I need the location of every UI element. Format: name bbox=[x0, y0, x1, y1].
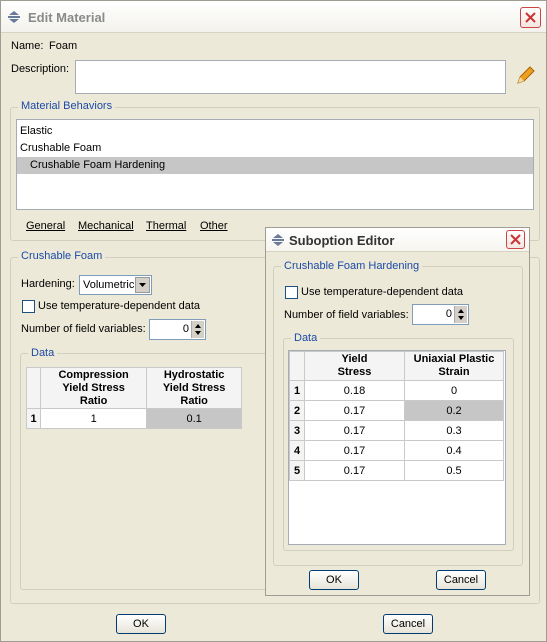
row-number: 5 bbox=[289, 460, 305, 481]
menu-mechanical-label: Mechanical bbox=[78, 220, 134, 232]
sub-close-button[interactable] bbox=[506, 230, 525, 249]
column-header: Yield Stress bbox=[304, 351, 405, 381]
table-row[interactable]: 1 0.18 0 bbox=[289, 380, 504, 401]
table-row[interactable]: 5 0.17 0.5 bbox=[289, 460, 504, 481]
hardening-value: Volumetric bbox=[83, 279, 135, 291]
cancel-button[interactable]: Cancel bbox=[383, 614, 433, 634]
behavior-crushable-foam[interactable]: Crushable Foam bbox=[17, 140, 533, 157]
menu-other-label: Other bbox=[200, 220, 228, 232]
hardening-label: Hardening: bbox=[21, 278, 75, 290]
behavior-elastic[interactable]: Elastic bbox=[17, 123, 533, 140]
table-cell[interactable]: 0.18 bbox=[304, 380, 405, 401]
pencil-icon[interactable] bbox=[514, 65, 536, 87]
data-group-title: Data bbox=[28, 347, 58, 359]
sub-table-container[interactable]: Yield Stress Uniaxial Plastic Strain 1 0… bbox=[288, 350, 506, 545]
menu-other[interactable]: Other bbox=[200, 220, 228, 232]
ok-button[interactable]: OK bbox=[116, 614, 166, 634]
material-behaviors-title: Material Behaviors bbox=[18, 100, 116, 112]
sub-section-title: Crushable Foam Hardening bbox=[281, 260, 423, 272]
abaqus-app-icon bbox=[272, 234, 284, 246]
table-cell[interactable]: 0 bbox=[404, 380, 504, 401]
menu-thermal-label: Thermal bbox=[146, 220, 187, 232]
close-button[interactable] bbox=[520, 7, 541, 28]
material-name: Foam bbox=[49, 40, 78, 52]
field-vars-label: Number of field variables: bbox=[21, 323, 146, 335]
description-field[interactable] bbox=[75, 60, 506, 94]
row-number: 2 bbox=[289, 400, 305, 421]
menu-mechanical[interactable]: Mechanical bbox=[78, 220, 134, 232]
table-row[interactable]: 4 0.17 0.4 bbox=[289, 440, 504, 461]
column-header: Uniaxial Plastic Strain bbox=[404, 351, 504, 381]
name-label: Name: bbox=[11, 40, 44, 52]
column-header: Compression Yield Stress Ratio bbox=[39, 367, 148, 409]
sub-cancel-button[interactable]: Cancel bbox=[436, 570, 486, 590]
table-row[interactable]: 1 1 0.1 bbox=[26, 408, 242, 429]
table-cell[interactable]: 1 bbox=[39, 408, 148, 429]
table-cell[interactable]: 0.17 bbox=[304, 420, 405, 441]
column-header: Hydrostatic Yield Stress Ratio bbox=[146, 367, 242, 409]
window-title: Edit Material bbox=[28, 10, 106, 25]
abaqus-app-icon bbox=[8, 11, 20, 23]
menu-thermal[interactable]: Thermal bbox=[146, 220, 186, 232]
table-row[interactable]: 2 0.17 0.2 bbox=[289, 400, 504, 421]
table-cell[interactable]: 0.5 bbox=[404, 460, 504, 481]
sub-temp-dep-label: Use temperature-dependent data bbox=[301, 286, 464, 298]
title-bar[interactable]: Edit Material bbox=[1, 1, 546, 33]
suboption-table[interactable]: Yield Stress Uniaxial Plastic Strain 1 0… bbox=[289, 351, 504, 481]
table-cell[interactable]: 0.4 bbox=[404, 440, 504, 461]
sub-temp-dep-checkbox[interactable] bbox=[285, 286, 298, 299]
temp-dep-label: Use temperature-dependent data bbox=[38, 300, 201, 312]
dropdown-arrow-icon bbox=[135, 277, 150, 293]
row-number: 3 bbox=[289, 420, 305, 441]
sub-field-vars-label: Number of field variables: bbox=[284, 309, 409, 321]
table-corner bbox=[26, 367, 41, 409]
sub-title-bar[interactable]: Suboption Editor bbox=[266, 228, 529, 252]
table-cell[interactable]: 0.17 bbox=[304, 400, 405, 421]
table-corner bbox=[289, 351, 305, 381]
behaviors-list[interactable]: Elastic Crushable Foam Crushable Foam Ha… bbox=[16, 119, 534, 210]
field-vars-value: 0 bbox=[182, 323, 189, 335]
sub-data-group-title: Data bbox=[291, 332, 321, 344]
sub-ok-button[interactable]: OK bbox=[309, 570, 359, 590]
sub-field-vars-value: 0 bbox=[445, 308, 452, 320]
sub-field-vars-spinner[interactable]: 0 bbox=[412, 304, 469, 325]
table-row[interactable]: 3 0.17 0.3 bbox=[289, 420, 504, 441]
table-cell[interactable]: 0.17 bbox=[304, 440, 405, 461]
crushable-foam-title: Crushable Foam bbox=[18, 250, 106, 262]
table-cell[interactable]: 0.3 bbox=[404, 420, 504, 441]
close-icon bbox=[510, 234, 521, 245]
table-cell[interactable]: 0.17 bbox=[304, 460, 405, 481]
row-number: 4 bbox=[289, 440, 305, 461]
suboption-editor-window: Suboption Editor Crushable Foam Hardenin… bbox=[265, 227, 530, 596]
row-number: 1 bbox=[26, 408, 41, 429]
hardening-select[interactable]: Volumetric bbox=[79, 275, 152, 295]
description-label: Description: bbox=[11, 63, 70, 75]
crushable-foam-table[interactable]: Compression Yield Stress Ratio Hydrostat… bbox=[26, 367, 242, 429]
table-cell[interactable]: 0.1 bbox=[146, 408, 242, 429]
behavior-crushable-foam-hardening[interactable]: Crushable Foam Hardening bbox=[17, 157, 533, 174]
temp-dep-checkbox[interactable] bbox=[22, 300, 35, 313]
spin-arrows-icon[interactable] bbox=[454, 306, 467, 323]
row-number: 1 bbox=[289, 380, 305, 401]
menu-general[interactable]: General bbox=[26, 220, 65, 232]
spin-arrows-icon[interactable] bbox=[191, 321, 204, 338]
field-vars-spinner[interactable]: 0 bbox=[149, 319, 206, 340]
table-cell[interactable]: 0.2 bbox=[404, 400, 504, 421]
close-icon bbox=[525, 12, 536, 23]
menu-general-label: General bbox=[26, 220, 66, 232]
sub-window-title: Suboption Editor bbox=[289, 233, 395, 248]
